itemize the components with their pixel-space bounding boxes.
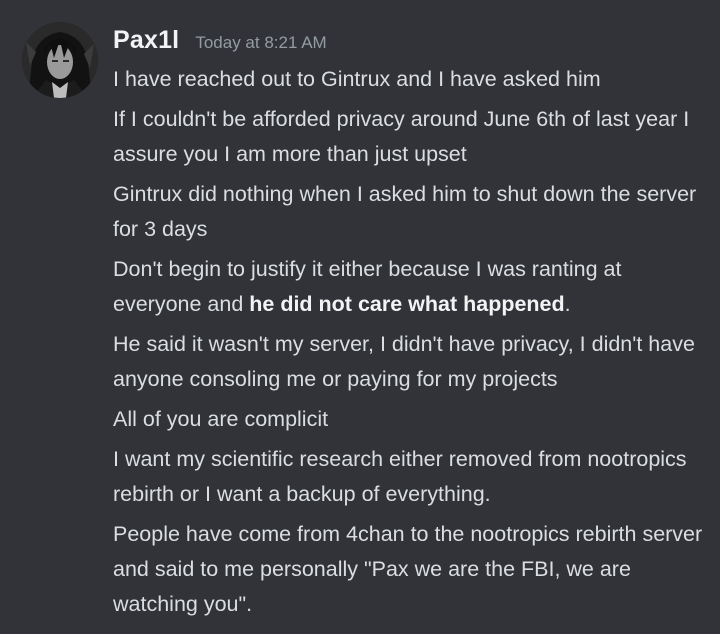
message-text: I want my scientific research either rem… (113, 447, 687, 506)
message-text: Don't begin to justify it either because… (113, 252, 703, 322)
username[interactable]: Pax1l (113, 26, 179, 55)
user-avatar[interactable] (22, 22, 98, 98)
message-text: If I couldn't be afforded privacy around… (113, 107, 690, 166)
message-text: Gintrux did nothing when I asked him to … (113, 182, 697, 241)
message-text-segment: . (564, 292, 571, 316)
message-text: All of you are complicit (113, 407, 329, 431)
message-group: Pax1l Today at 8:21 AM I have reached ou… (0, 0, 720, 634)
message-list: I have reached out to Gintrux and I have… (113, 62, 703, 627)
message-header: Pax1l Today at 8:21 AM (113, 26, 327, 66)
message-text: People have come from 4chan to the nootr… (113, 522, 703, 616)
avatar-portrait-icon (22, 22, 98, 98)
message-bold-text: he did not care what happened (249, 292, 565, 316)
timestamp[interactable]: Today at 8:21 AM (195, 33, 326, 53)
message-text: I have reached out to Gintrux and I have… (113, 67, 601, 91)
message-text: He said it wasn't my server, I didn't ha… (113, 332, 695, 391)
